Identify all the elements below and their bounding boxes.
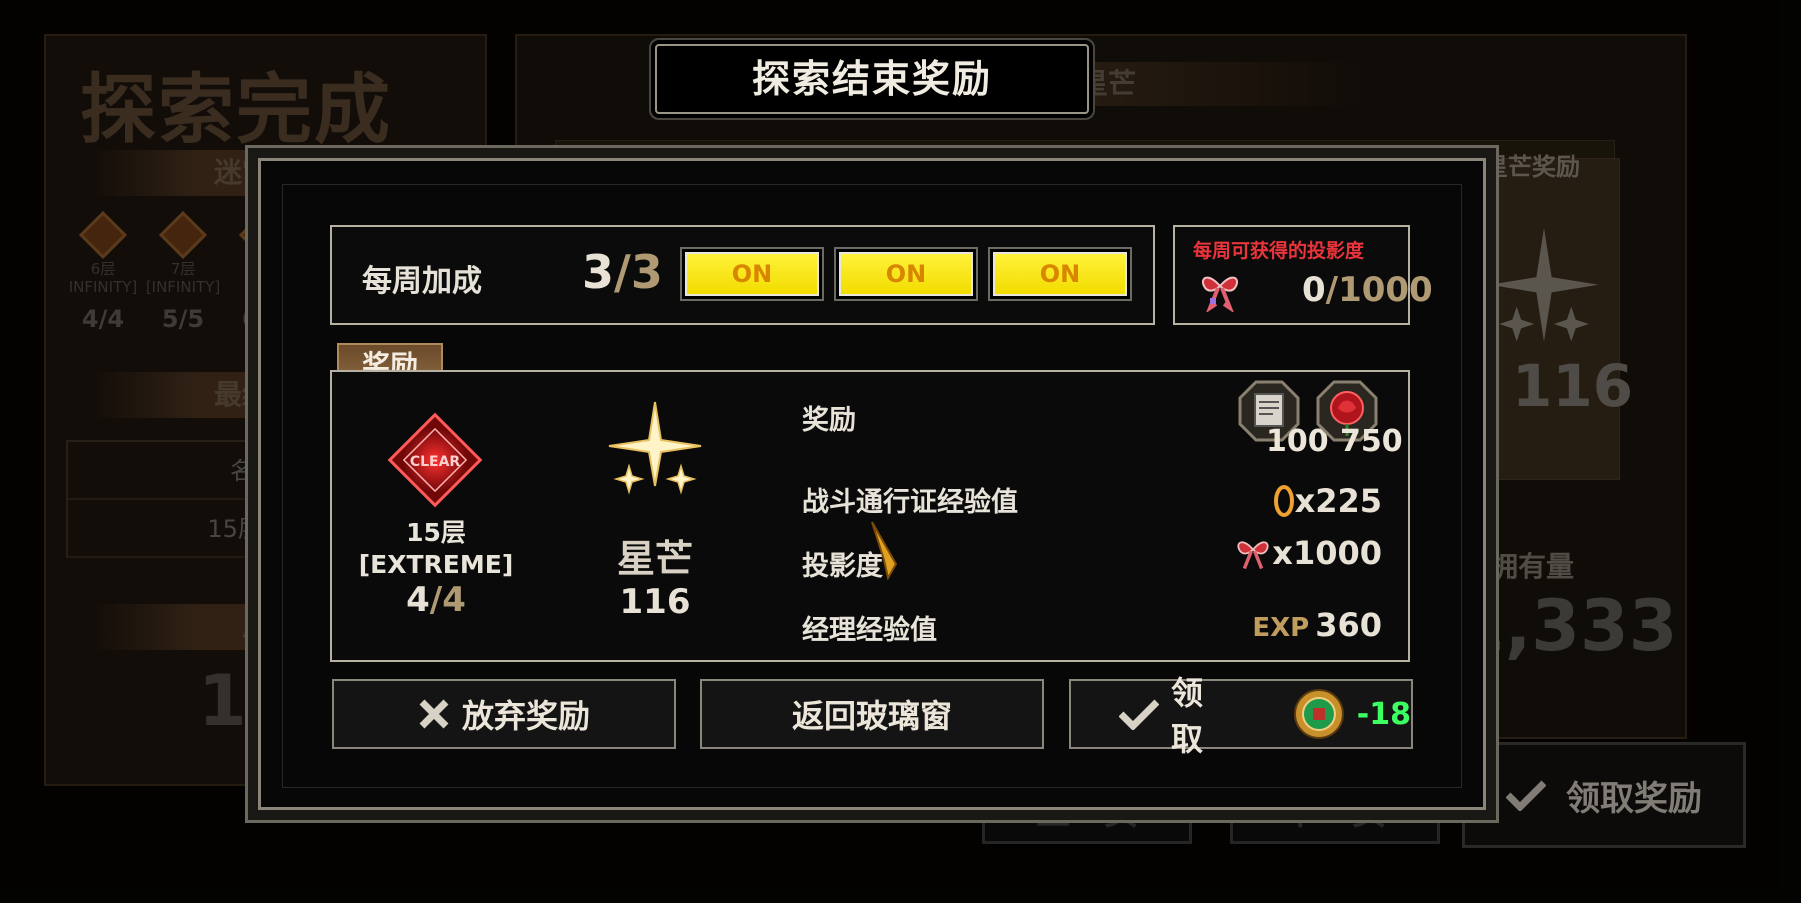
projection-reward-value: x1000 xyxy=(1234,534,1382,572)
clear-badge-icon: CLEAR xyxy=(387,412,483,508)
weekly-bonus-toggle-3[interactable]: ON xyxy=(993,252,1127,296)
clear-floor-score: 4/4 xyxy=(406,580,466,620)
battle-pass-value: x225 xyxy=(1273,482,1382,520)
weekly-bonus-count: 3/3 xyxy=(582,245,663,299)
bg-floor-6: 6层 INFINITY] 4/4 xyxy=(63,210,143,331)
rose-count: 750 xyxy=(1340,424,1403,459)
reward-row-label: 奖励 xyxy=(802,405,856,436)
bg-star-tab: 星芒 xyxy=(1070,62,1370,106)
projection-title: 每周可获得的投影度 xyxy=(1193,240,1365,262)
bg-owned-value: 1,333 xyxy=(1456,585,1678,667)
bg-star-reward-value: 116 xyxy=(1512,352,1634,420)
weekly-bonus-toggle-1[interactable]: ON xyxy=(685,252,819,296)
battle-pass-row-label: 战斗通行证经验值 xyxy=(802,487,1018,518)
manager-exp-row-label: 经理经验值 xyxy=(802,615,937,646)
ribbon-icon xyxy=(1202,276,1238,312)
star-name: 星芒 xyxy=(616,537,693,581)
star-value: 116 xyxy=(619,582,691,622)
floor-badge-icon xyxy=(158,210,208,260)
star-icon xyxy=(608,401,702,495)
bg-floor-7: 7层 [INFINITY] 5/5 xyxy=(143,210,223,331)
check-icon xyxy=(1506,780,1546,811)
manager-exp-value: EXP 360 xyxy=(1252,606,1382,644)
abandon-reward-button[interactable]: 放弃奖励 xyxy=(332,679,676,749)
background-title: 探索完成 xyxy=(80,65,392,154)
svg-text:CLEAR: CLEAR xyxy=(410,454,461,470)
close-icon xyxy=(419,699,449,729)
claim-button[interactable]: 领取 -18 xyxy=(1069,674,1413,758)
bg-col-star-reward: 星芒奖励 xyxy=(1484,153,1580,181)
clear-floor-label: 15层 [EXTREME] xyxy=(358,518,514,579)
projection-value: 0/1000 xyxy=(1302,270,1433,310)
claim-cost: -18 xyxy=(1356,696,1411,732)
module-cost-icon xyxy=(1293,689,1344,739)
quill-cursor-icon xyxy=(871,521,898,580)
claim-all-button[interactable]: 领取奖励 xyxy=(1462,742,1746,848)
ribbon-icon xyxy=(1237,541,1269,570)
weekly-bonus-toggle-2[interactable]: ON xyxy=(839,252,973,296)
return-window-button[interactable]: 返回玻璃窗 xyxy=(700,679,1044,749)
bg-star-icon xyxy=(1489,228,1599,342)
check-icon xyxy=(1119,699,1159,730)
battle-pass-icon xyxy=(1273,485,1294,517)
floor-badge-icon xyxy=(78,210,128,260)
weekly-bonus-label: 每周加成 xyxy=(362,264,482,299)
page-title: 探索结束奖励 xyxy=(655,44,1089,114)
